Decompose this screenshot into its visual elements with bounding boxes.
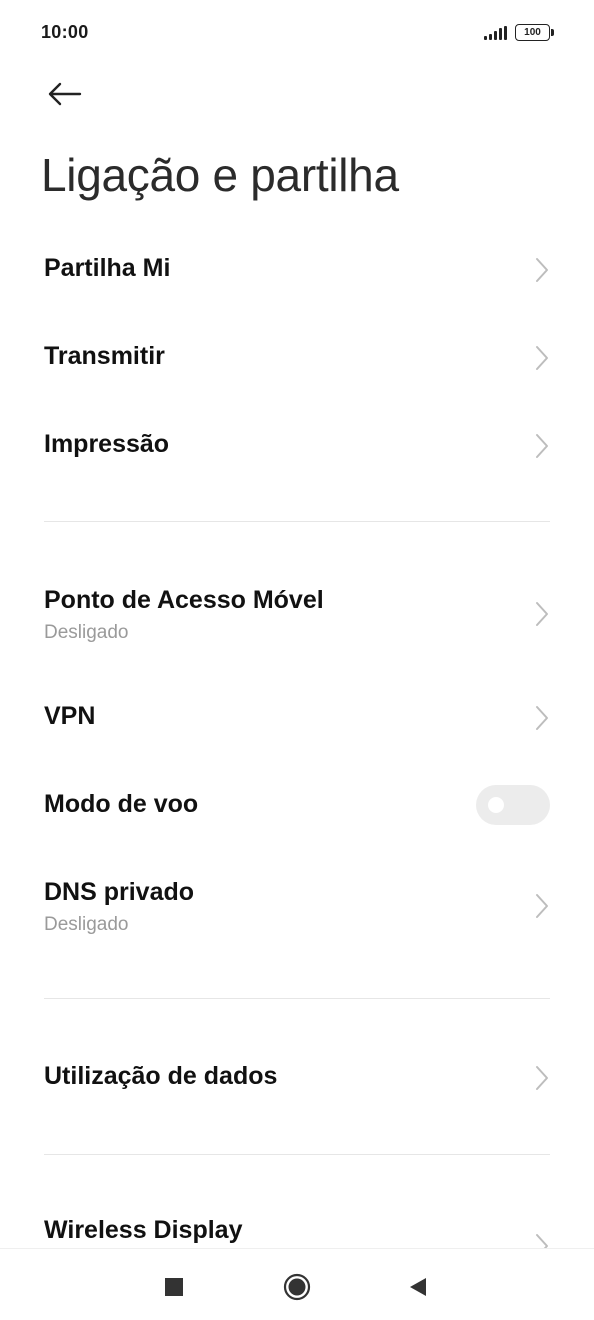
item-label: Utilização de dados bbox=[44, 1062, 278, 1090]
list-item-transmitir[interactable]: Transmitir bbox=[0, 318, 594, 398]
navigation-bar bbox=[0, 1248, 594, 1320]
home-button[interactable] bbox=[277, 1267, 317, 1307]
battery-tip bbox=[551, 29, 554, 36]
list-item-impressao[interactable]: Impressão bbox=[0, 406, 594, 486]
item-label: Impressão bbox=[44, 430, 170, 458]
item-label: Partilha Mi bbox=[44, 254, 171, 282]
chevron-right-icon bbox=[536, 258, 548, 282]
item-label: Ponto de Acesso Móvel bbox=[44, 586, 324, 614]
item-label: Modo de voo bbox=[44, 790, 199, 818]
list-item-vpn[interactable]: VPN bbox=[0, 678, 594, 758]
list-item-dns-privado[interactable]: DNS privado Desligado bbox=[0, 858, 594, 954]
item-label: Transmitir bbox=[44, 342, 165, 370]
status-bar: 10:00 100 bbox=[0, 0, 594, 64]
chevron-right-icon bbox=[536, 706, 548, 730]
item-label: DNS privado bbox=[44, 878, 195, 906]
chevron-right-icon bbox=[536, 894, 548, 918]
nav-back-button[interactable] bbox=[398, 1267, 438, 1307]
toggle-knob bbox=[488, 797, 504, 813]
chevron-right-icon bbox=[536, 434, 548, 458]
divider bbox=[44, 521, 550, 522]
list-item-partilha-mi[interactable]: Partilha Mi bbox=[0, 230, 594, 310]
divider bbox=[44, 1154, 550, 1155]
list-item-modo-de-voo[interactable]: Modo de voo bbox=[0, 766, 594, 846]
status-time: 10:00 bbox=[41, 22, 89, 42]
airplane-mode-toggle[interactable] bbox=[476, 785, 550, 825]
arrow-left-icon bbox=[48, 82, 82, 106]
item-status: Desligado bbox=[44, 914, 129, 935]
chevron-right-icon bbox=[536, 602, 548, 626]
chevron-right-icon bbox=[536, 346, 548, 370]
square-icon bbox=[165, 1278, 183, 1296]
recents-button[interactable] bbox=[154, 1267, 194, 1307]
battery-level: 100 bbox=[524, 27, 541, 38]
screen: 10:00 100 Ligação e partilha Partilha Mi… bbox=[0, 0, 594, 1320]
list-item-utilizacao-de-dados[interactable]: Utilização de dados bbox=[0, 1038, 594, 1118]
triangle-back-icon bbox=[410, 1278, 426, 1296]
divider bbox=[44, 998, 550, 999]
item-status: Desligado bbox=[44, 622, 129, 643]
page-title: Ligação e partilha bbox=[41, 149, 399, 201]
circle-icon bbox=[283, 1273, 311, 1301]
battery-icon: 100 bbox=[515, 24, 550, 41]
list-item-hotspot[interactable]: Ponto de Acesso Móvel Desligado bbox=[0, 566, 594, 662]
item-label: Wireless Display bbox=[44, 1216, 243, 1244]
item-label: VPN bbox=[44, 702, 96, 730]
chevron-right-icon bbox=[536, 1066, 548, 1090]
back-button[interactable] bbox=[44, 74, 84, 114]
signal-icon bbox=[484, 26, 508, 40]
